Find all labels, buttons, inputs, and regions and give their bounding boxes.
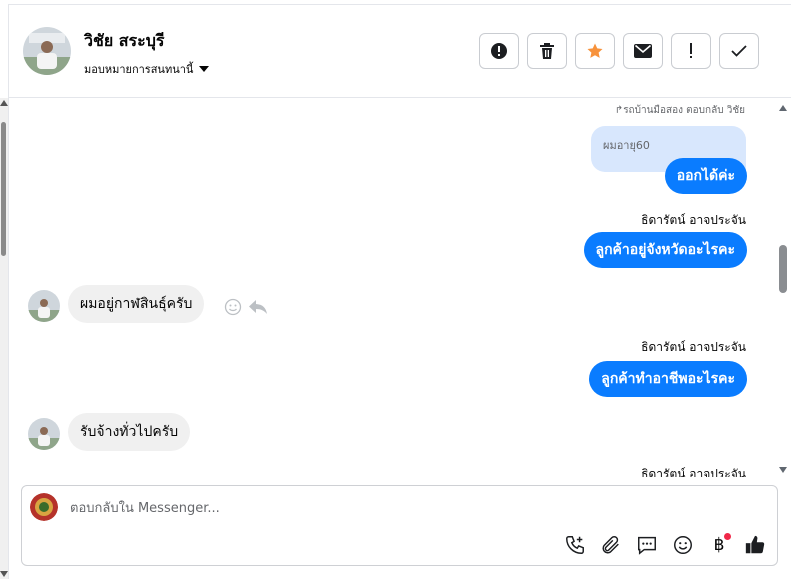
delete-button[interactable]	[527, 33, 567, 69]
message-list-scrollbar[interactable]	[776, 99, 790, 477]
star-button[interactable]	[575, 33, 615, 69]
composer-actions: ฿	[563, 533, 767, 557]
spam-button[interactable]	[479, 33, 519, 69]
outer-scroll-thumb[interactable]	[1, 122, 6, 256]
exclamation-icon	[690, 43, 692, 58]
contact-message-avatar	[28, 418, 60, 450]
message-sender-name: ธิดารัตน์ อาจประจัน	[641, 467, 746, 477]
message-sender-name: ธิดารัตน์ อาจประจัน	[641, 213, 746, 227]
message-sender-name: ธิดารัตน์ อาจประจัน	[641, 340, 746, 354]
reply-context-text: รถบ้านมือสอง ตอบกลับ วิชัย	[623, 105, 745, 116]
reply-icon[interactable]	[248, 298, 268, 316]
outgoing-message[interactable]: ลูกค้าทำอาชีพอะไรคะ	[589, 361, 747, 397]
checkmark-icon	[731, 45, 747, 57]
outgoing-message[interactable]: ลูกค้าอยู่จังหวัดอะไรคะ	[583, 232, 747, 268]
attach-button[interactable]	[599, 533, 623, 557]
outer-scroll-up-arrow[interactable]	[0, 100, 8, 106]
reply-input[interactable]	[70, 496, 670, 520]
reply-arrow-icon: ↱	[614, 105, 624, 116]
mark-unread-button[interactable]	[623, 33, 663, 69]
message-hover-actions	[224, 298, 268, 316]
contact-name[interactable]: วิชัย สระบุรี	[84, 29, 165, 54]
thumbs-up-icon	[745, 535, 765, 554]
emoji-icon	[674, 536, 692, 554]
star-icon	[587, 43, 603, 58]
assign-conversation-label: มอบหมายการสนทนานี้	[84, 63, 194, 76]
scroll-thumb[interactable]	[779, 245, 787, 293]
call-button[interactable]	[563, 533, 587, 557]
outer-scroll-down-arrow[interactable]	[0, 571, 8, 577]
trash-icon	[540, 43, 554, 59]
envelope-icon	[634, 44, 652, 58]
like-button[interactable]	[743, 533, 767, 557]
alert-circle-icon	[491, 43, 507, 59]
emoji-button[interactable]	[671, 533, 695, 557]
baht-payment-icon: ฿	[713, 535, 725, 555]
scroll-down-arrow[interactable]	[779, 467, 787, 473]
scroll-up-arrow[interactable]	[779, 105, 787, 111]
incoming-message[interactable]: ผมอยู่กาฬสินธุ์ครับ	[68, 285, 205, 323]
assign-conversation-dropdown[interactable]: มอบหมายการสนทนานี้	[84, 60, 210, 78]
paperclip-icon	[602, 536, 619, 554]
reply-context-note: ↱รถบ้านมือสอง ตอบกลับ วิชัย	[615, 103, 745, 118]
conversation-toolbar	[479, 33, 759, 69]
contact-avatar[interactable]	[23, 27, 71, 75]
outer-scrollbar[interactable]	[0, 98, 8, 579]
conversation-panel: วิชัย สระบุรี มอบหมายการสนทนานี้ ↱รถบ้าน…	[8, 4, 791, 579]
call-icon	[566, 536, 584, 554]
chat-bubble-icon	[638, 536, 656, 555]
notification-dot	[724, 533, 731, 540]
page-avatar	[30, 493, 58, 521]
follow-up-button[interactable]	[671, 33, 711, 69]
outgoing-message[interactable]: ออกได้ค่ะ	[664, 158, 747, 194]
done-button[interactable]	[719, 33, 759, 69]
message-list[interactable]: ↱รถบ้านมือสอง ตอบกลับ วิชัย ผมอายุ60 ออก…	[9, 99, 775, 477]
conversation-header: วิชัย สระบุรี มอบหมายการสนทนานี้	[9, 5, 791, 98]
contact-message-avatar	[28, 290, 60, 322]
saved-replies-button[interactable]	[635, 533, 659, 557]
payment-button[interactable]: ฿	[707, 533, 731, 557]
react-emoji-icon[interactable]	[224, 298, 242, 316]
incoming-message[interactable]: รับจ้างทั่วไปครับ	[68, 413, 191, 451]
quoted-message-text: ผมอายุ60	[603, 139, 650, 152]
caret-down-icon	[199, 66, 210, 72]
reply-composer: ฿	[21, 485, 778, 566]
